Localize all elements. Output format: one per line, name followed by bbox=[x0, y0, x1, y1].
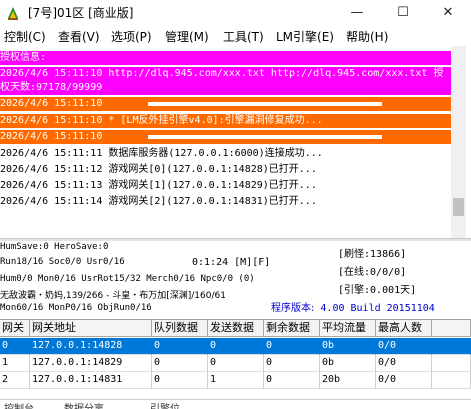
close-button[interactable]: ✕ bbox=[425, 0, 471, 26]
tab-data-separation[interactable]: 数据分离 bbox=[64, 400, 104, 409]
log-line: 2026/4/6 15:11:10 * [LM反外挂引擎v4.0]:引擎漏洞修复… bbox=[0, 114, 466, 128]
table-row[interactable]: 1 127.0.0.1:14829 0 0 0 0b 0/0 bbox=[0, 355, 471, 372]
app-icon bbox=[5, 5, 21, 21]
column-header[interactable]: 平均流量 bbox=[320, 320, 376, 337]
log-line: 2026/4/6 15:11:11 数据库服务器(127.0.0.1:6000)… bbox=[0, 148, 323, 159]
tab-engine[interactable]: 引擎位 bbox=[150, 400, 180, 409]
maximize-button[interactable]: ☐ bbox=[380, 0, 426, 26]
menu-view[interactable]: 查看(V) bbox=[58, 28, 100, 45]
log-line: 授权信息: bbox=[0, 51, 466, 65]
title-bar: [7号]01区 [商业版] — ☐ ✕ bbox=[0, 0, 471, 26]
cell-queue: 0 bbox=[152, 355, 208, 372]
cell-sent: 0 bbox=[208, 338, 264, 355]
online-count: [在线:0/0/0] bbox=[338, 267, 407, 278]
separator-bar bbox=[148, 135, 382, 139]
cell-empty bbox=[432, 372, 471, 389]
bottom-tabs: 控制台 数据分离 引擎位 bbox=[0, 399, 471, 409]
log-line: 权天数:97178/99999 bbox=[0, 81, 466, 95]
cell-gateway: 2 bbox=[0, 372, 30, 389]
save-status: HumSave:0 HeroSave:0 bbox=[0, 242, 109, 252]
version-text: 程序版本: 4.00 Build 20151104 bbox=[271, 303, 435, 314]
human-status: Hum0/0 Mon0/16 UsrRot15/32 Merch0/16 Npc… bbox=[0, 274, 255, 284]
log-line: 2026/4/6 15:11:14 游戏网关[2](127.0.0.1:1483… bbox=[0, 196, 317, 207]
log-line: 2026/4/6 15:11:10 bbox=[0, 97, 466, 111]
cell-sent: 0 bbox=[208, 355, 264, 372]
run-status: Run18/16 Soc0/0 Usr0/16 bbox=[0, 257, 125, 267]
cell-max-users: 0/0 bbox=[376, 338, 432, 355]
monster-status: Mon60/16 MonP0/16 ObjRun0/16 bbox=[0, 303, 152, 313]
player-status: 无敌波霸・奶妈,139/266 - 斗皇・布万加[深渊]/160/61 bbox=[0, 291, 226, 301]
cell-traffic: 20b bbox=[320, 372, 376, 389]
table-row[interactable]: 2 127.0.0.1:14831 0 1 0 20b 0/0 bbox=[0, 372, 471, 389]
menu-help[interactable]: 帮助(H) bbox=[346, 28, 388, 45]
cell-gateway: 1 bbox=[0, 355, 30, 372]
menu-control[interactable]: 控制(C) bbox=[4, 28, 46, 45]
status-panel: HumSave:0 HeroSave:0 Run18/16 Soc0/0 Usr… bbox=[0, 241, 471, 316]
engine-days: [引擎:0.001天] bbox=[338, 285, 417, 296]
log-console[interactable]: 授权信息: 2026/4/6 15:11:10 http://dlq.945.c… bbox=[0, 46, 466, 238]
window-title: [7号]01区 [商业版] bbox=[28, 6, 134, 20]
log-scrollbar[interactable] bbox=[451, 46, 466, 238]
tab-console[interactable]: 控制台 bbox=[4, 400, 34, 409]
column-header[interactable] bbox=[432, 320, 471, 337]
column-header[interactable]: 网关 bbox=[0, 320, 30, 337]
log-line: 2026/4/6 15:11:10 bbox=[0, 130, 466, 144]
cell-remaining: 0 bbox=[264, 355, 320, 372]
log-line: 2026/4/6 15:11:13 游戏网关[1](127.0.0.1:1482… bbox=[0, 180, 317, 191]
column-header[interactable]: 最高人数 bbox=[376, 320, 432, 337]
cell-address: 127.0.0.1:14828 bbox=[30, 338, 152, 355]
log-line: 2026/4/6 15:11:12 游戏网关[0](127.0.0.1:1482… bbox=[0, 164, 317, 175]
cell-max-users: 0/0 bbox=[376, 372, 432, 389]
cell-max-users: 0/0 bbox=[376, 355, 432, 372]
cell-remaining: 0 bbox=[264, 338, 320, 355]
menu-lm-engine[interactable]: LM引擎(E) bbox=[276, 28, 334, 45]
uptime-text: 0:1:24 [M][F] bbox=[192, 257, 271, 268]
cell-address: 127.0.0.1:14831 bbox=[30, 372, 152, 389]
menu-tools[interactable]: 工具(T) bbox=[223, 28, 264, 45]
cell-traffic: 0b bbox=[320, 355, 376, 372]
menu-bar: 控制(C) 查看(V) 选项(P) 管理(M) 工具(T) LM引擎(E) 帮助… bbox=[0, 26, 471, 46]
cell-empty bbox=[432, 338, 471, 355]
cell-address: 127.0.0.1:14829 bbox=[30, 355, 152, 372]
column-header[interactable]: 发送数据 bbox=[208, 320, 264, 337]
cell-queue: 0 bbox=[152, 338, 208, 355]
spawn-count: [刷怪:13866] bbox=[338, 249, 407, 260]
cell-queue: 0 bbox=[152, 372, 208, 389]
cell-empty bbox=[432, 355, 471, 372]
menu-options[interactable]: 选项(P) bbox=[111, 28, 152, 45]
minimize-button[interactable]: — bbox=[334, 0, 380, 26]
cell-gateway: 0 bbox=[0, 338, 30, 355]
column-header[interactable]: 网关地址 bbox=[30, 320, 152, 337]
gateway-table: 网关 网关地址 队列数据 发送数据 剩余数据 平均流量 最高人数 0 127.0… bbox=[0, 319, 471, 399]
column-header[interactable]: 队列数据 bbox=[152, 320, 208, 337]
log-line: 2026/4/6 15:11:10 http://dlq.945.com/xxx… bbox=[0, 67, 466, 81]
column-header[interactable]: 剩余数据 bbox=[264, 320, 320, 337]
table-row[interactable]: 0 127.0.0.1:14828 0 0 0 0b 0/0 bbox=[0, 338, 471, 355]
cell-remaining: 0 bbox=[264, 372, 320, 389]
menu-manage[interactable]: 管理(M) bbox=[165, 28, 209, 45]
scrollbar-thumb[interactable] bbox=[453, 198, 464, 216]
table-header: 网关 网关地址 队列数据 发送数据 剩余数据 平均流量 最高人数 bbox=[0, 320, 471, 337]
cell-traffic: 0b bbox=[320, 338, 376, 355]
cell-sent: 1 bbox=[208, 372, 264, 389]
separator-bar bbox=[148, 102, 382, 106]
